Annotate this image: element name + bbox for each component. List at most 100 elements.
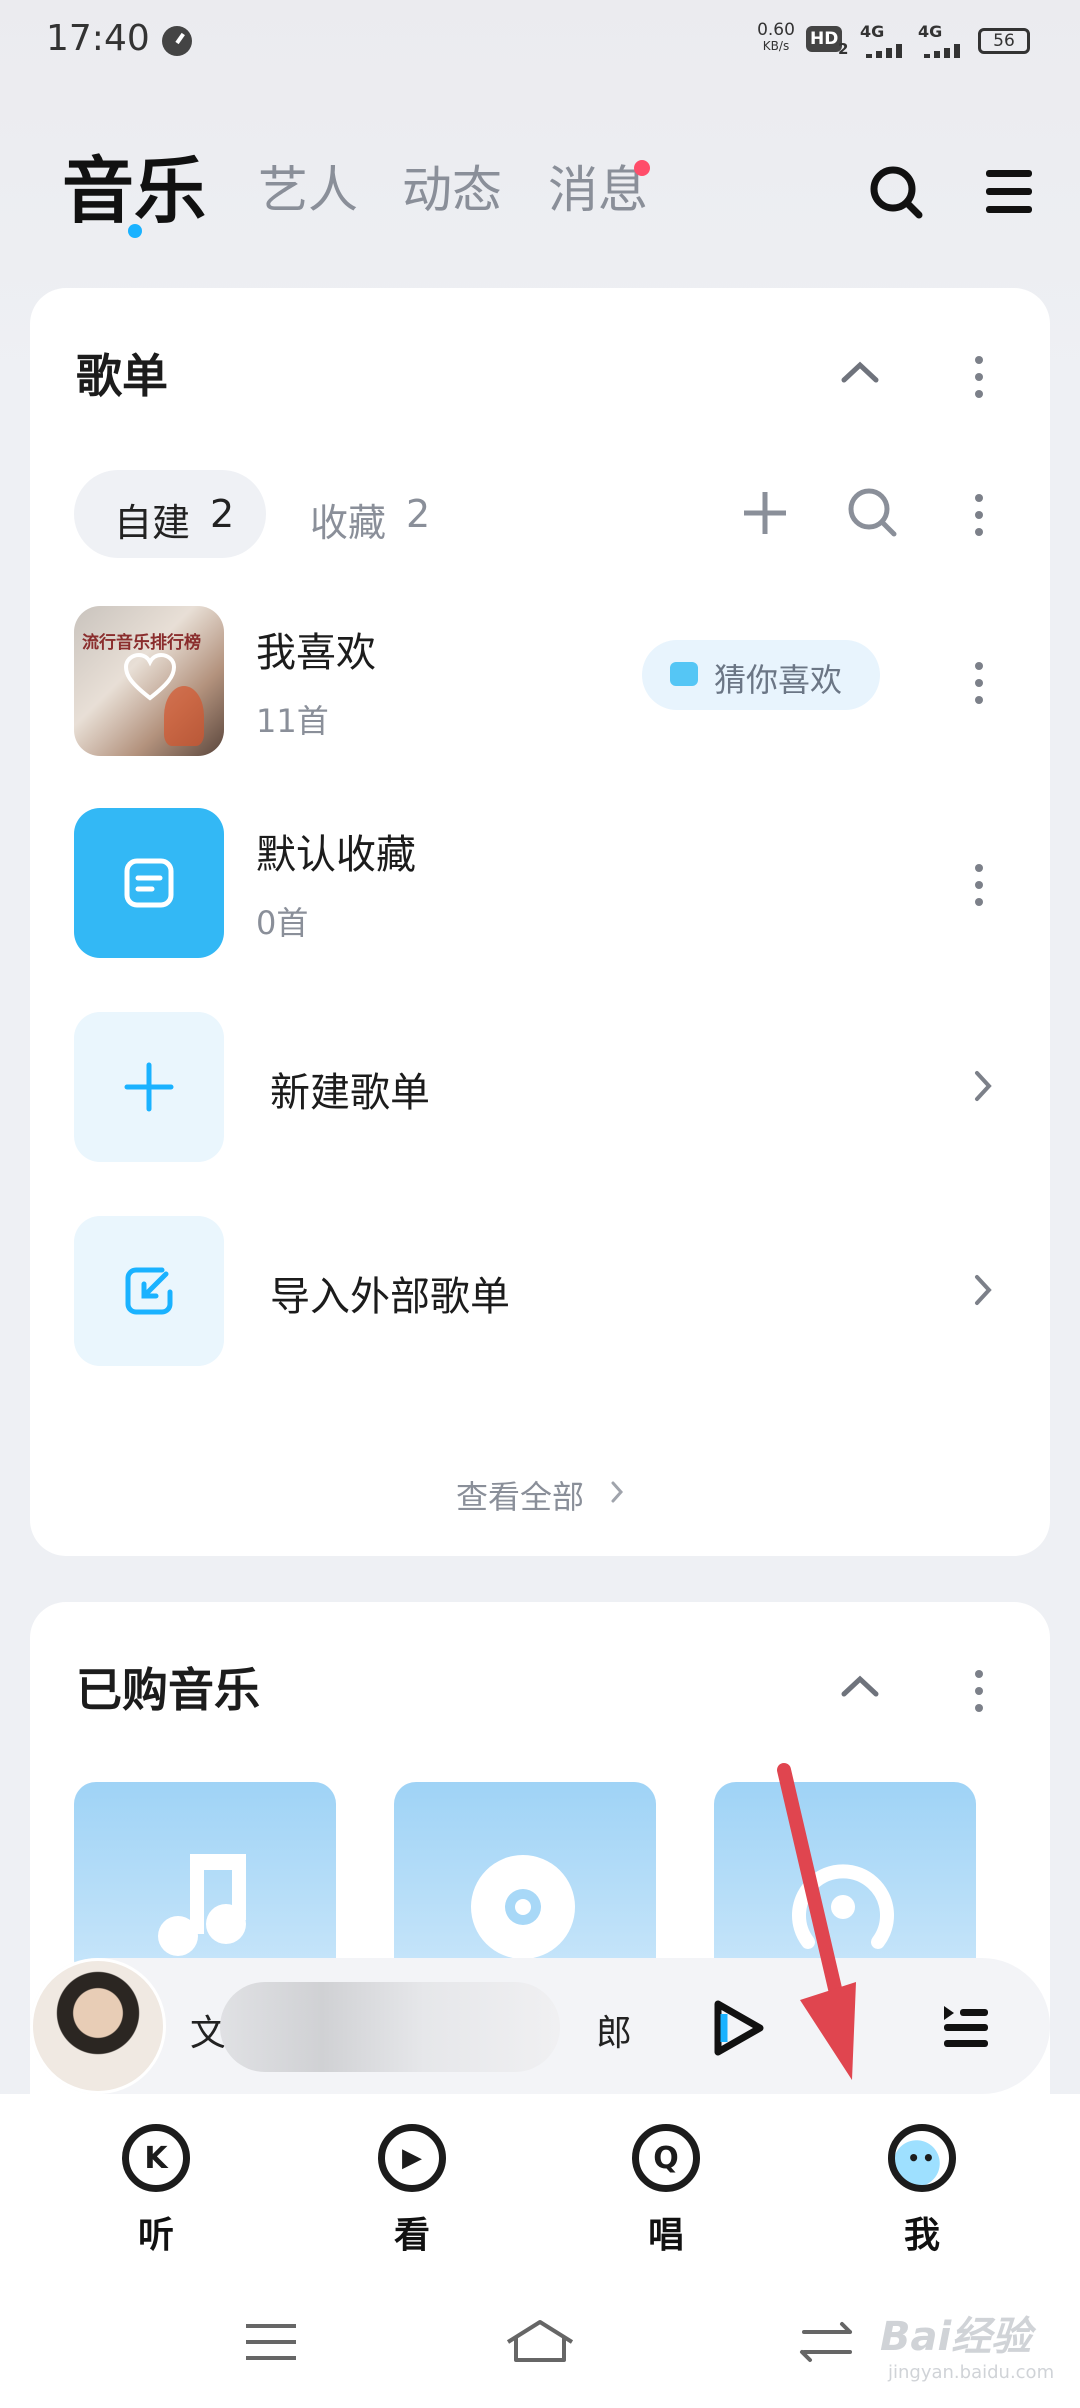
signal-bars-1-icon xyxy=(862,44,906,58)
chip-created-count: 2 xyxy=(210,492,235,536)
hd-icon: HD xyxy=(806,26,843,52)
hd-sub: 2 xyxy=(838,40,849,58)
nav-listen-label: 听 xyxy=(137,2215,174,2256)
tab-messages[interactable]: 消息 xyxy=(548,150,648,222)
nav-listen[interactable]: K 听 xyxy=(116,2124,196,2264)
menu-icon[interactable] xyxy=(984,168,1034,216)
home-icon[interactable] xyxy=(504,2318,576,2364)
watermark-sub: jingyan.baidu.com xyxy=(888,2362,1055,2383)
import-playlist-tile xyxy=(74,1216,224,1366)
nav-watch[interactable]: ▶ 看 xyxy=(372,2124,452,2264)
list-item-import-playlist[interactable]: 导入外部歌单 xyxy=(30,1212,1050,1372)
view-all-link[interactable]: 查看全部 xyxy=(426,1466,666,1516)
bottom-nav: K 听 ▶ 看 Q 唱 •• 我 xyxy=(0,2094,1080,2284)
collapse-chevron-icon[interactable] xyxy=(840,360,880,384)
watermark: Bai经验 jingyan.baidu.com xyxy=(880,2290,1070,2400)
battery-icon: 56 xyxy=(978,28,1030,54)
liked-count: 11首 xyxy=(256,702,329,740)
listen-icon-char: K xyxy=(144,2140,168,2176)
search-icon[interactable] xyxy=(868,164,924,220)
chip-row-more-icon[interactable] xyxy=(973,494,985,545)
nav-sing-label: 唱 xyxy=(647,2215,684,2256)
playlist-card: 歌单 自建 2 收藏 2 流行音乐排行榜 我喜欢 11首 猜你喜欢 默认收藏 0… xyxy=(30,288,1050,1556)
watch-icon: ▶ xyxy=(378,2124,446,2192)
liked-cover-image: 流行音乐排行榜 xyxy=(74,606,224,756)
list-item-liked[interactable]: 流行音乐排行榜 我喜欢 11首 猜你喜欢 xyxy=(30,600,1050,770)
purchased-albums-tile[interactable] xyxy=(394,1782,656,1982)
chip-collected-label: 收藏 xyxy=(310,501,387,545)
new-playlist-tile xyxy=(74,1012,224,1162)
view-all-label: 查看全部 xyxy=(456,1478,585,1516)
view-all-chevron-icon xyxy=(611,1481,624,1503)
signal-type-2: 4G xyxy=(918,22,943,41)
now-playing-avatar[interactable] xyxy=(30,1958,166,2094)
guess-you-like-label: 猜你喜欢 xyxy=(714,661,843,699)
guess-like-heart-icon xyxy=(670,662,698,686)
chip-created-label: 自建 xyxy=(114,501,191,545)
me-icon: •• xyxy=(888,2124,956,2192)
watch-icon-char: ▶ xyxy=(402,2143,422,2173)
purchased-songs-tile[interactable] xyxy=(74,1782,336,1982)
active-tab-indicator xyxy=(128,224,142,238)
alarm-icon xyxy=(162,26,192,56)
annotation-arrow xyxy=(777,1763,856,2080)
sing-icon-char: Q xyxy=(653,2140,679,2176)
sing-icon: Q xyxy=(632,2124,700,2192)
net-speed: 0.60 KB/s xyxy=(756,22,796,54)
chip-created[interactable]: 自建 2 xyxy=(74,470,266,558)
player-title-end: 郎 xyxy=(596,2013,633,2054)
purchased-collapse-icon[interactable] xyxy=(840,1674,880,1698)
document-icon xyxy=(124,858,174,908)
disc-icon xyxy=(471,1855,575,1959)
back-icon[interactable] xyxy=(796,2320,856,2364)
import-icon xyxy=(125,1267,173,1315)
watermark-text: Bai经验 xyxy=(880,2314,1032,2360)
chip-collected[interactable]: 收藏 2 xyxy=(274,470,444,558)
nav-sing[interactable]: Q 唱 xyxy=(626,2124,706,2264)
playlist-search-icon[interactable] xyxy=(846,486,898,538)
nav-me-label: 我 xyxy=(903,2215,940,2256)
purchased-more-icon[interactable] xyxy=(973,1670,985,1721)
import-playlist-label: 导入外部歌单 xyxy=(270,1274,510,1320)
tab-feed[interactable]: 动态 xyxy=(402,150,502,222)
play-icon[interactable] xyxy=(710,1998,766,2058)
plus-icon xyxy=(124,1062,174,1112)
new-playlist-label: 新建歌单 xyxy=(270,1070,430,1116)
blurred-track-title xyxy=(220,1982,560,2072)
mini-player[interactable]: 文 郎 xyxy=(30,1958,1050,2094)
default-collection-more-icon[interactable] xyxy=(973,864,985,915)
default-collection-count: 0首 xyxy=(256,904,309,942)
default-collection-cover xyxy=(74,808,224,958)
cover-text: 流行音乐排行榜 xyxy=(82,633,201,653)
signal-type-1: 4G xyxy=(860,22,885,41)
status-time: 17:40 xyxy=(46,18,150,59)
tab-music[interactable]: 音乐 xyxy=(62,132,206,237)
net-speed-value: 0.60 xyxy=(757,20,795,40)
nav-watch-label: 看 xyxy=(393,2215,430,2256)
liked-title: 我喜欢 xyxy=(256,630,376,676)
list-item-new-playlist[interactable]: 新建歌单 xyxy=(30,1008,1050,1168)
new-playlist-chevron-icon xyxy=(975,1071,992,1101)
music-note-icon xyxy=(158,1854,246,1956)
playlist-queue-icon[interactable] xyxy=(940,2002,990,2050)
listen-icon: K xyxy=(122,2124,190,2192)
playlist-card-title: 歌单 xyxy=(76,349,168,403)
signal-bars-2-icon xyxy=(920,44,964,58)
add-playlist-icon[interactable] xyxy=(740,488,790,538)
nav-me[interactable]: •• 我 xyxy=(882,2124,962,2264)
liked-more-icon[interactable] xyxy=(973,662,985,713)
recent-apps-icon[interactable] xyxy=(244,2322,298,2362)
unread-dot xyxy=(634,160,650,176)
me-icon-char: •• xyxy=(907,2146,937,2170)
net-speed-unit: KB/s xyxy=(762,39,790,53)
guess-you-like-button[interactable]: 猜你喜欢 xyxy=(642,640,880,710)
hd-label: HD xyxy=(810,29,839,49)
tab-artists[interactable]: 艺人 xyxy=(258,150,358,222)
list-item-default-collection[interactable]: 默认收藏 0首 xyxy=(30,804,1050,974)
purchased-card-title: 已购音乐 xyxy=(76,1663,260,1717)
status-bar: 17:40 0.60 KB/s HD 2 4G 4G 56 xyxy=(0,0,1080,80)
chip-collected-count: 2 xyxy=(406,492,431,536)
battery-level: 56 xyxy=(993,31,1015,51)
import-playlist-chevron-icon xyxy=(975,1275,992,1305)
playlist-card-more-icon[interactable] xyxy=(973,356,985,407)
